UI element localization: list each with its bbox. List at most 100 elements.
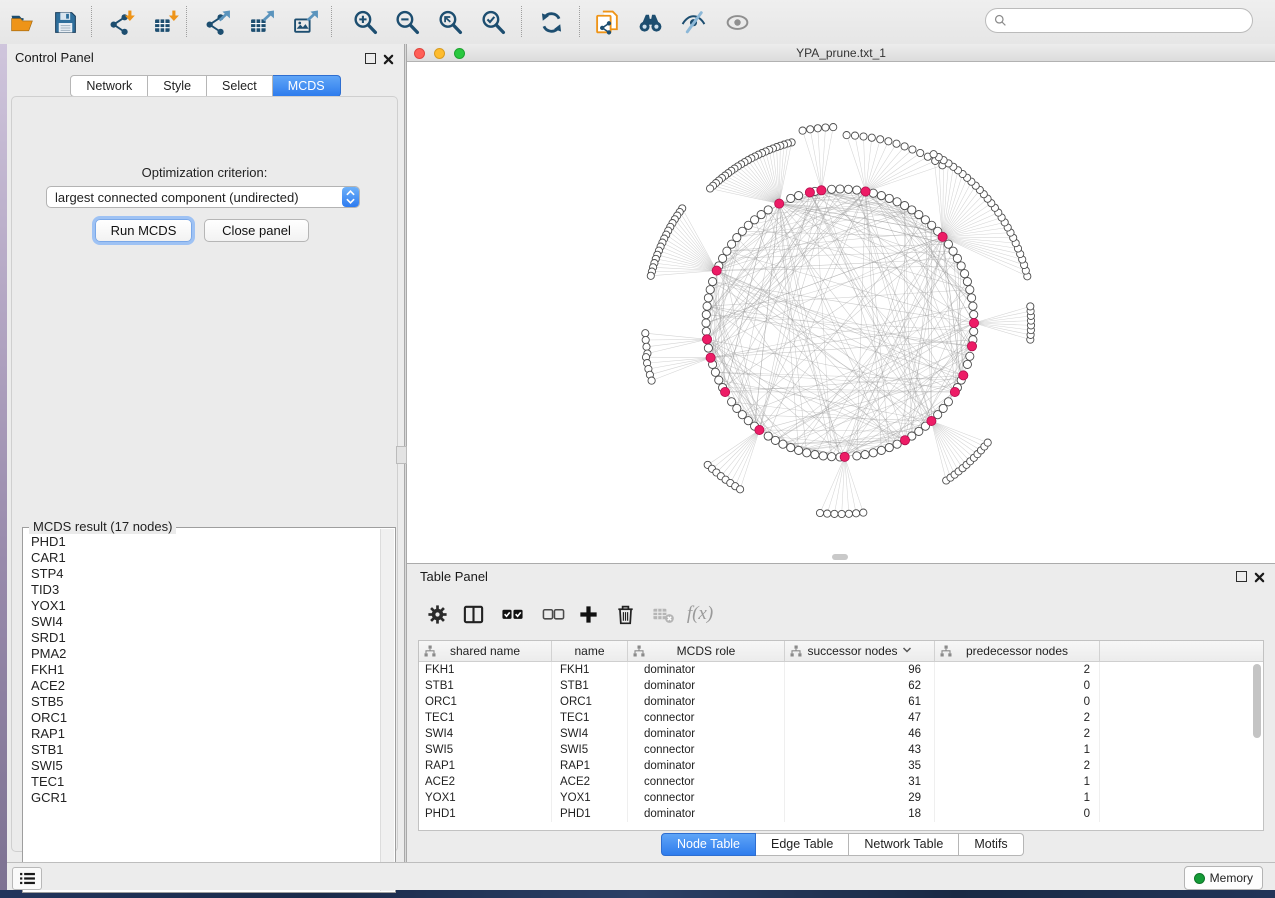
clone-network-icon[interactable] — [592, 7, 622, 37]
column-header-MCDS-role[interactable]: MCDS role — [628, 641, 785, 661]
mcds-result-item[interactable]: YOX1 — [31, 598, 373, 614]
mcds-result-item[interactable]: SRD1 — [31, 630, 373, 646]
cell-MCDS-role: dominator — [628, 662, 785, 678]
tab-network-table[interactable]: Network Table — [849, 833, 959, 856]
column-header-shared-name[interactable]: shared name — [419, 641, 552, 661]
table-row[interactable]: ORC1ORC1dominator610 — [419, 694, 1263, 710]
table-panel-float-button[interactable] — [1236, 571, 1247, 582]
table-row[interactable]: TEC1TEC1connector472 — [419, 710, 1263, 726]
mcds-result-item[interactable]: TID3 — [31, 582, 373, 598]
mcds-result-item[interactable]: SWI4 — [31, 614, 373, 630]
tab-mcds[interactable]: MCDS — [273, 75, 341, 97]
mcds-result-item[interactable]: GCR1 — [31, 790, 373, 806]
export-table-icon[interactable] — [247, 7, 277, 37]
canvas-hscrollbar-thumb[interactable] — [832, 554, 848, 560]
close-panel-button[interactable]: Close panel — [204, 219, 309, 242]
mcds-result-item[interactable]: STB1 — [31, 742, 373, 758]
table-row[interactable]: STB1STB1dominator620 — [419, 678, 1263, 694]
mcds-result-item[interactable]: PMA2 — [31, 646, 373, 662]
tab-node-table[interactable]: Node Table — [661, 833, 756, 856]
task-history-button[interactable] — [12, 867, 42, 890]
table-panel-close-icon[interactable] — [1254, 570, 1265, 581]
column-header-predecessor-nodes[interactable]: predecessor nodes — [935, 641, 1100, 661]
table-vscrollbar-thumb[interactable] — [1253, 664, 1261, 738]
sort-icon[interactable] — [902, 644, 912, 658]
save-session-icon[interactable] — [50, 7, 80, 37]
mcds-result-item[interactable]: FKH1 — [31, 662, 373, 678]
delete-column-icon[interactable] — [612, 601, 638, 627]
table-row[interactable]: SWI4SWI4dominator462 — [419, 726, 1263, 742]
control-panel-close-icon[interactable] — [383, 52, 394, 63]
mcds-list-scrollbar[interactable] — [380, 529, 394, 891]
export-image-icon[interactable] — [291, 7, 321, 37]
zoom-out-icon[interactable] — [392, 7, 422, 37]
table-row[interactable]: RAP1RAP1dominator352 — [419, 758, 1263, 774]
cell-MCDS-role: dominator — [628, 806, 785, 822]
column-header-successor-nodes[interactable]: successor nodes — [785, 641, 935, 661]
run-mcds-button[interactable]: Run MCDS — [95, 219, 192, 242]
network-graph[interactable] — [407, 62, 1275, 563]
table-panel-header: Table Panel — [407, 563, 1275, 587]
deselect-all-icon[interactable] — [540, 601, 566, 627]
table-row[interactable]: SWI5SWI5connector431 — [419, 742, 1263, 758]
memory-status-icon — [1194, 873, 1205, 884]
column-label: MCDS role — [677, 644, 736, 658]
network-canvas[interactable] — [407, 62, 1275, 563]
optimization-criterion-select[interactable]: largest connected component (undirected) — [46, 186, 360, 208]
delete-table-icon[interactable] — [650, 601, 676, 627]
search-box[interactable] — [985, 8, 1253, 33]
memory-button[interactable]: Memory — [1184, 866, 1263, 890]
find-icon[interactable] — [635, 7, 665, 37]
gear-icon[interactable] — [424, 601, 450, 627]
mcds-result-item[interactable]: CAR1 — [31, 550, 373, 566]
network-pane: YPA_prune.txt_1 Table Panel f(x) shared … — [407, 44, 1275, 862]
column-label: shared name — [450, 644, 520, 658]
open-file-icon[interactable] — [7, 7, 37, 37]
mcds-result-item[interactable]: ORC1 — [31, 710, 373, 726]
tab-style[interactable]: Style — [148, 75, 207, 97]
zoom-fit-icon[interactable] — [435, 7, 465, 37]
tab-network[interactable]: Network — [70, 75, 148, 97]
control-panel-float-button[interactable] — [365, 53, 376, 64]
tab-select[interactable]: Select — [207, 75, 273, 97]
mcds-result-item[interactable]: PHD1 — [31, 534, 373, 550]
cell-predecessor-nodes: 0 — [935, 678, 1100, 694]
table-row[interactable]: PHD1PHD1dominator180 — [419, 806, 1263, 822]
column-header-name[interactable]: name — [552, 641, 628, 661]
select-all-icon[interactable] — [499, 601, 525, 627]
search-input[interactable] — [1012, 13, 1244, 29]
import-table-icon[interactable] — [151, 7, 181, 37]
cell-predecessor-nodes: 1 — [935, 742, 1100, 758]
mcds-result-item[interactable]: SWI5 — [31, 758, 373, 774]
network-window-titlebar: YPA_prune.txt_1 — [407, 44, 1275, 62]
cell-name: TEC1 — [552, 710, 628, 726]
function-builder-icon[interactable]: f(x) — [687, 601, 713, 627]
mcds-result-item[interactable]: RAP1 — [31, 726, 373, 742]
add-column-icon[interactable] — [575, 601, 601, 627]
hide-selected-icon[interactable] — [678, 7, 708, 37]
mcds-result-item[interactable]: TEC1 — [31, 774, 373, 790]
zoom-selected-icon[interactable] — [478, 7, 508, 37]
table-row[interactable]: ACE2ACE2connector311 — [419, 774, 1263, 790]
import-network-icon[interactable] — [107, 7, 137, 37]
cell-predecessor-nodes: 2 — [935, 710, 1100, 726]
table-row[interactable]: FKH1FKH1dominator962 — [419, 662, 1263, 678]
tab-edge-table[interactable]: Edge Table — [756, 833, 849, 856]
tab-motifs[interactable]: Motifs — [959, 833, 1023, 856]
panel-splitter-handle[interactable] — [396, 446, 407, 464]
cell-successor-nodes: 96 — [785, 662, 935, 678]
export-network-icon[interactable] — [203, 7, 233, 37]
show-all-icon[interactable] — [722, 7, 752, 37]
zoom-in-icon[interactable] — [350, 7, 380, 37]
table-row[interactable]: YOX1YOX1connector291 — [419, 790, 1263, 806]
columns-icon[interactable] — [460, 601, 486, 627]
mcds-result-item[interactable]: STP4 — [31, 566, 373, 582]
column-type-icon — [940, 645, 952, 660]
mcds-result-item[interactable]: ACE2 — [31, 678, 373, 694]
mcds-result-item[interactable]: STB5 — [31, 694, 373, 710]
column-type-icon — [790, 645, 802, 660]
refresh-icon[interactable] — [536, 7, 566, 37]
cell-shared-name: FKH1 — [419, 662, 552, 678]
control-panel-tabs: NetworkStyleSelectMCDS — [7, 75, 404, 97]
node-table: shared name name MCDS role successor nodesp… — [418, 640, 1264, 831]
